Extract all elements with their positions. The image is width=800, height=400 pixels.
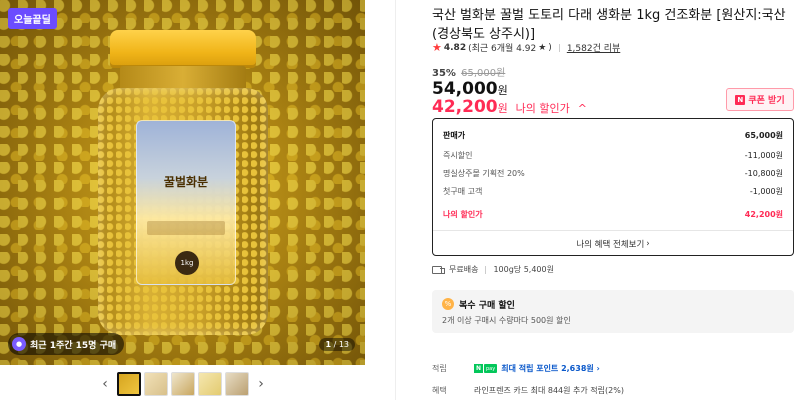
thumbnail-4[interactable] bbox=[198, 372, 222, 396]
my-price-value: 42,200 bbox=[432, 97, 498, 117]
thumbnail-2[interactable] bbox=[144, 372, 168, 396]
multi-purchase-discount: % 복수 구매 할인 2개 이상 구매시 수량마다 500원 할인 bbox=[432, 290, 794, 333]
next-thumb-arrow-icon[interactable]: › bbox=[252, 372, 270, 396]
thumbnail-1[interactable] bbox=[117, 372, 141, 396]
product-title: 국산 벌화분 꿀벌 도토리 다래 생화분 1kg 건조화분 [원산지:국산(경상… bbox=[432, 8, 786, 42]
image-counter-total: / 13 bbox=[333, 340, 349, 349]
rating-score: 4.82 bbox=[443, 42, 467, 53]
benefit-row: 혜택 라인프렌즈 카드 최대 844원 추가 적립(2%) bbox=[432, 385, 800, 396]
discount-row: 35% 65,000원 bbox=[432, 64, 505, 79]
benefit-label: 혜택 bbox=[432, 386, 447, 395]
recent-purchase-pill: ● 최근 1주간 15명 구매 bbox=[8, 333, 125, 355]
coupon-label: 쿠폰 받기 bbox=[748, 96, 785, 106]
unit-price: 100g당 5,400원 bbox=[493, 265, 554, 274]
chevron-right-icon: › bbox=[593, 364, 600, 373]
price-row-label: 명실상주몰 기획전 20% bbox=[443, 169, 525, 178]
thumbnail-5[interactable] bbox=[225, 372, 249, 396]
max-points-link[interactable]: 최대 적립 포인트 2,638원 bbox=[501, 363, 594, 374]
image-counter-current: 1 bbox=[325, 340, 332, 349]
naver-n-icon: N bbox=[474, 364, 483, 373]
jar-label: 꿀벌화분 1kg bbox=[136, 120, 236, 285]
view-all-benefits-button[interactable]: 나의 혜택 전체보기 › bbox=[433, 231, 793, 256]
jar-cap bbox=[110, 30, 256, 68]
rating-separator bbox=[558, 43, 560, 52]
multi-purchase-desc: 2개 이상 구매시 수량마다 500원 할인 bbox=[442, 316, 571, 325]
price-row-value: 65,000원 bbox=[744, 131, 783, 140]
original-price: 65,000원 bbox=[461, 68, 506, 79]
chevron-up-icon[interactable]: ^ bbox=[578, 102, 587, 115]
naver-n-icon: N bbox=[735, 94, 746, 105]
recent-purchase-text: 최근 1주간 15명 구매 bbox=[30, 340, 117, 351]
card-benefit-text: 라인프렌즈 카드 최대 844원 추가 적립(2%) bbox=[474, 386, 624, 395]
discount-percent-icon: % bbox=[442, 298, 454, 310]
product-page: 오늘끝딜 꿀벌화분 1kg ● 최근 1주간 15명 구매 1 / 13 ‹ › bbox=[0, 0, 800, 400]
column-divider bbox=[395, 0, 396, 400]
price-row-list: 판매가 65,000원 bbox=[443, 130, 783, 141]
my-price-unit: 원 bbox=[497, 102, 508, 115]
star-small-icon: ★ bbox=[538, 42, 547, 53]
shipping-separator bbox=[485, 265, 487, 274]
truck-icon bbox=[432, 265, 445, 274]
image-counter: 1 / 13 bbox=[319, 338, 355, 351]
chat-bubble-icon: ● bbox=[12, 337, 26, 351]
honey-pollen-jar: 꿀벌화분 1kg bbox=[98, 30, 268, 335]
points-row: 적립 N pay 최대 적립 포인트 2,638원 › bbox=[432, 363, 800, 374]
price-row-value: 42,200원 bbox=[744, 210, 783, 219]
naver-pay-text: pay bbox=[484, 364, 498, 373]
price-row-label: 판매가 bbox=[443, 131, 466, 140]
recent-rating: (최근 6개월 4.92 bbox=[468, 44, 537, 54]
thumbnail-3[interactable] bbox=[171, 372, 195, 396]
sale-price: 54,000원 bbox=[432, 79, 508, 99]
multi-purchase-title: 복수 구매 할인 bbox=[459, 301, 515, 311]
price-row-value: -10,800원 bbox=[744, 169, 783, 178]
price-row-first-purchase: 첫구매 고객 -1,000원 bbox=[443, 186, 783, 197]
star-icon: ★ bbox=[432, 41, 442, 54]
my-price-label: 나의 할인가 bbox=[515, 102, 570, 115]
recent-rating-close: ) bbox=[548, 42, 552, 53]
rating-row: ★ 4.82 (최근 6개월 4.92 ★) 1,582건 리뷰 bbox=[432, 41, 620, 54]
price-row-value: -1,000원 bbox=[749, 187, 783, 196]
view-all-benefits-label: 나의 혜택 전체보기 bbox=[576, 239, 645, 250]
points-label: 적립 bbox=[432, 364, 447, 373]
prev-thumb-arrow-icon[interactable]: ‹ bbox=[96, 372, 114, 396]
today-deal-badge: 오늘끝딜 bbox=[8, 8, 57, 29]
chevron-right-icon: › bbox=[646, 238, 650, 249]
price-row-my-price: 나의 할인가 42,200원 bbox=[443, 209, 783, 220]
price-row-label: 즉시할인 bbox=[443, 151, 473, 160]
jar-label-stripe bbox=[147, 221, 225, 235]
jar-label-weight: 1kg bbox=[175, 251, 199, 275]
price-row-instant: 즉시할인 -11,000원 bbox=[443, 150, 783, 161]
naver-pay-badge-icon: N pay bbox=[474, 364, 498, 373]
shipping-row: 무료배송 100g당 5,400원 bbox=[432, 264, 554, 275]
price-row-promotion: 명실상주몰 기획전 20% -10,800원 bbox=[443, 168, 783, 179]
jar-label-title: 꿀벌화분 bbox=[163, 175, 209, 189]
product-main-image[interactable]: 오늘끝딜 꿀벌화분 1kg ● 최근 1주간 15명 구매 1 / 13 bbox=[0, 0, 365, 365]
my-discount-price[interactable]: 42,200원 나의 할인가 ^ bbox=[432, 97, 587, 117]
free-shipping-label: 무료배송 bbox=[449, 265, 479, 274]
sale-price-value: 54,000 bbox=[432, 79, 498, 99]
price-row-value: -11,000원 bbox=[744, 151, 783, 160]
sale-price-unit: 원 bbox=[497, 84, 508, 97]
discount-percent: 35% bbox=[432, 68, 456, 79]
coupon-button[interactable]: N 쿠폰 받기 bbox=[726, 88, 794, 111]
price-row-label: 첫구매 고객 bbox=[443, 187, 483, 196]
price-row-label: 나의 할인가 bbox=[443, 210, 483, 219]
review-count-link[interactable]: 1,582건 리뷰 bbox=[567, 41, 620, 54]
price-breakdown-box: 판매가 65,000원 즉시할인 -11,000원 명실상주몰 기획전 20% … bbox=[432, 118, 794, 256]
thumbnail-strip: ‹ › bbox=[96, 370, 272, 398]
